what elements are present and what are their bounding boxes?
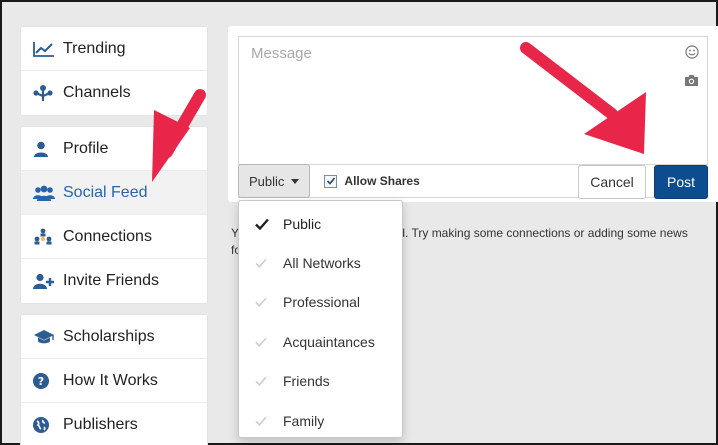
sidebar-item-publishers[interactable]: Publishers bbox=[21, 403, 207, 445]
privacy-option-professional[interactable]: Professional bbox=[239, 283, 402, 322]
emoji-icon[interactable] bbox=[684, 45, 699, 64]
check-icon bbox=[255, 218, 283, 230]
privacy-option-label: Family bbox=[283, 412, 325, 429]
sidebar-item-connections[interactable]: Connections bbox=[21, 215, 207, 259]
sidebar-item-profile[interactable]: Profile bbox=[21, 127, 207, 171]
invite-friends-icon bbox=[33, 273, 63, 289]
sidebar: Trending Channels Profile Social Feed Co… bbox=[20, 26, 208, 445]
sidebar-item-social-feed[interactable]: Social Feed bbox=[21, 171, 207, 215]
privacy-option-family[interactable]: Family bbox=[239, 401, 402, 440]
privacy-dropdown-button[interactable]: Public bbox=[238, 164, 311, 198]
sidebar-item-label: Channels bbox=[63, 84, 131, 101]
camera-icon[interactable] bbox=[684, 74, 699, 92]
allow-shares-checkbox[interactable] bbox=[324, 174, 338, 188]
check-icon bbox=[255, 416, 283, 426]
sidebar-item-label: How It Works bbox=[63, 371, 158, 389]
sidebar-item-label: Trending bbox=[63, 39, 126, 57]
sidebar-item-trending[interactable]: Trending bbox=[21, 27, 207, 71]
sidebar-group-social: Profile Social Feed Connections Invite F… bbox=[20, 126, 208, 304]
privacy-menu: Public All Networks Professional Acquain… bbox=[238, 200, 403, 438]
sidebar-item-scholarships[interactable]: Scholarships bbox=[21, 315, 207, 359]
social-feed-icon bbox=[33, 185, 63, 201]
sidebar-item-how-it-works[interactable]: ? How It Works bbox=[21, 359, 207, 403]
message-tools bbox=[684, 45, 699, 92]
cancel-button[interactable]: Cancel bbox=[578, 165, 646, 199]
sidebar-item-label: Invite Friends bbox=[63, 272, 160, 289]
caret-down-icon bbox=[291, 178, 300, 184]
sidebar-group-discover: Trending Channels bbox=[20, 26, 208, 116]
privacy-label: Public bbox=[249, 173, 285, 189]
sidebar-item-channels[interactable]: Channels bbox=[21, 71, 207, 115]
globe-icon bbox=[33, 417, 63, 433]
connections-icon bbox=[33, 228, 63, 246]
message-input[interactable] bbox=[239, 37, 707, 164]
message-box bbox=[238, 36, 708, 164]
privacy-option-all-networks[interactable]: All Networks bbox=[239, 243, 402, 282]
privacy-option-label: All Networks bbox=[283, 255, 361, 272]
privacy-option-label: Acquaintances bbox=[283, 333, 375, 350]
channels-icon bbox=[33, 84, 63, 102]
allow-shares-label: Allow Shares bbox=[344, 174, 420, 188]
feed-empty-line-1-right: eed. Try making some connections or addi… bbox=[385, 226, 688, 240]
privacy-option-friends[interactable]: Friends bbox=[239, 362, 402, 401]
sidebar-group-info: Scholarships ? How It Works Publishers bbox=[20, 314, 208, 445]
privacy-option-acquaintances[interactable]: Acquaintances bbox=[239, 322, 402, 361]
sidebar-item-label: Connections bbox=[63, 227, 152, 245]
post-composer: Public Allow Shares Cancel Post bbox=[228, 26, 718, 202]
trending-icon bbox=[33, 41, 63, 57]
check-icon bbox=[255, 337, 283, 347]
svg-text:?: ? bbox=[38, 375, 44, 388]
profile-icon bbox=[33, 141, 63, 157]
allow-shares-toggle[interactable]: Allow Shares bbox=[324, 174, 420, 188]
privacy-option-public[interactable]: Public bbox=[239, 204, 402, 243]
checkmark-icon bbox=[326, 177, 336, 185]
sidebar-item-invite-friends[interactable]: Invite Friends bbox=[21, 259, 207, 303]
sidebar-item-label: Social Feed bbox=[63, 183, 148, 201]
sidebar-item-label: Profile bbox=[63, 139, 109, 157]
question-icon: ? bbox=[33, 372, 63, 389]
privacy-option-label: Public bbox=[283, 215, 322, 232]
privacy-option-label: Friends bbox=[283, 373, 330, 390]
composer-toolbar: Public Allow Shares Cancel Post bbox=[238, 164, 708, 199]
graduation-cap-icon bbox=[33, 329, 63, 345]
check-icon bbox=[255, 297, 283, 308]
check-icon bbox=[255, 258, 283, 269]
privacy-option-label: Professional bbox=[283, 294, 361, 311]
sidebar-item-label: Scholarships bbox=[63, 327, 155, 345]
sidebar-item-label: Publishers bbox=[63, 416, 138, 433]
check-icon bbox=[255, 376, 283, 387]
post-button[interactable]: Post bbox=[654, 165, 708, 199]
